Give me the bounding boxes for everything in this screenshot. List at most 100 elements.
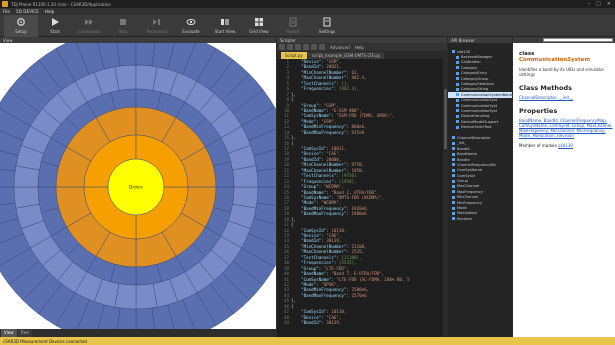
play-icon <box>50 17 60 27</box>
code-text: "Frequencies": [902.4], <box>291 86 360 92</box>
new-file-icon[interactable] <box>279 44 285 50</box>
api-tree-item-label: ChannelFrequencyMa <box>457 162 496 167</box>
class-icon <box>452 195 455 199</box>
sunburst-outer-segment[interactable] <box>110 88 137 111</box>
class-icon <box>456 93 459 97</box>
doc-methods-header: Class Methods <box>519 84 572 92</box>
class-icon <box>456 98 459 102</box>
api-tree-item-label: CommunicationSyst <box>461 103 498 108</box>
api-tree-item-label: ComSysId <box>457 173 475 178</box>
start-label: Start <box>50 29 60 34</box>
evaluate-label: Evaluate <box>182 29 200 34</box>
class-icon <box>456 55 459 59</box>
doc-panel: class CommunicationSystem Identifies a b… <box>513 37 615 337</box>
class-icon <box>456 60 459 64</box>
sunburst-outer-segment[interactable] <box>135 263 162 286</box>
run-icon[interactable] <box>303 44 309 50</box>
doc-properties-links[interactable]: BandName, BandId, ChannelFrequencyMap, C… <box>519 118 613 138</box>
class-icon <box>456 82 459 86</box>
advanced-button[interactable]: Advanced <box>330 45 350 50</box>
stop-button[interactable]: Stop <box>106 15 140 37</box>
settings-icon <box>322 17 332 27</box>
class-icon <box>452 141 455 145</box>
api-tree-item-label: DeviceHandling <box>461 114 490 119</box>
report-button[interactable]: Report <box>276 15 310 37</box>
class-icon <box>456 71 459 75</box>
sunburst-chart[interactable]: Device <box>0 43 276 329</box>
api-tree-item-label: CategoryEntry <box>461 71 487 76</box>
main-toolbar: Setup Start Continuous Stop Reconnect Ev… <box>0 15 615 37</box>
help-button[interactable]: Help <box>355 45 364 50</box>
start-button[interactable]: Start <box>38 15 72 37</box>
class-icon <box>456 109 459 113</box>
code-editor[interactable]: 1 "Device": "GSM", 2 "BandId": 20021, 3 "M… <box>277 59 443 337</box>
grid-view-button[interactable]: Grid View <box>242 15 276 37</box>
setup-button[interactable]: Setup <box>4 15 38 37</box>
doc-module-prefix: Member of module <box>519 143 557 148</box>
save-icon[interactable] <box>295 44 301 50</box>
maximize-icon[interactable]: □ <box>596 1 601 7</box>
fast-forward-icon <box>84 17 94 27</box>
class-icon <box>452 158 455 161</box>
api-tree-item-label: BackendManager <box>461 55 493 60</box>
reconnect-button[interactable]: Reconnect <box>140 15 174 37</box>
code-scrollbar-thumb[interactable] <box>443 89 447 149</box>
doc-class-name: CommunicationSystem <box>519 57 591 63</box>
doc-search-input[interactable] <box>543 38 613 42</box>
api-tree: s4d130 BackendManager Calibration Category C… <box>448 49 512 337</box>
tab-script-py[interactable]: Script.py <box>281 52 307 59</box>
api-tree-item-label: CommunicationSyst <box>461 108 498 113</box>
stop-script-icon[interactable] <box>319 44 325 50</box>
tab-view[interactable]: View <box>1 329 17 337</box>
class-icon <box>452 190 455 194</box>
doc-toolbar <box>513 37 615 43</box>
api-tree-item[interactable]: Revision <box>448 216 512 221</box>
continuous-button[interactable]: Continuous <box>72 15 106 37</box>
menu-file[interactable]: File <box>3 9 10 14</box>
open-file-icon[interactable] <box>287 44 293 50</box>
doc-properties-list[interactable]: BandName, BandId, ChannelFrequencyMap, C… <box>519 118 613 138</box>
api-tree-item-label: ChannelDescriptor <box>457 135 491 140</box>
status-bar: cSAR3D Measurement Devices connected <box>0 337 615 345</box>
code-text: "BandId": 30139, <box>291 320 342 325</box>
sunburst-outer-segment[interactable] <box>37 186 60 213</box>
close-icon[interactable]: × <box>607 1 611 7</box>
api-tree-item-label: CategoryGroup <box>461 76 489 81</box>
tab-script-example[interactable]: script_example_GSM-UMTS-LTE.py <box>307 52 385 59</box>
api-tree-item-label: Modulation <box>457 211 477 216</box>
class-icon <box>452 206 455 210</box>
title-bar: TDJ Phone R1100-1.20 (ma) - CSAR3D/Appli… <box>0 0 615 8</box>
eye-icon <box>186 17 196 27</box>
doc-class-title: class CommunicationSystem <box>519 51 613 63</box>
doc-module-link[interactable]: s4d130 <box>558 143 573 148</box>
start-view-button[interactable]: Start View <box>208 15 242 37</box>
doc-method-link[interactable]: ChannelDescriptor, __init__ <box>519 95 613 100</box>
continuous-label: Continuous <box>77 29 101 34</box>
tab-tree[interactable]: Tree <box>17 329 32 337</box>
api-tree-item-label: MinChannel <box>457 195 479 200</box>
api-tree-item-label: DeviceModelSupport <box>461 119 499 124</box>
code-line[interactable]: 49 "BandId": 30139, <box>277 320 443 325</box>
sunburst-outer-segment[interactable] <box>212 161 235 188</box>
grid-view-label: Grid View <box>249 29 269 34</box>
class-icon <box>456 114 459 118</box>
minimize-icon[interactable]: – <box>588 1 591 7</box>
class-icon <box>452 211 455 215</box>
debug-icon[interactable] <box>311 44 317 50</box>
sunburst-view[interactable]: Device <box>0 43 276 329</box>
menu-help[interactable]: Help <box>45 9 55 14</box>
code-scrollbar[interactable] <box>443 59 447 337</box>
api-tree-item-label: BandId <box>457 146 470 151</box>
menu-device[interactable]: 5D DEVICE <box>16 9 39 14</box>
view-tabs: View Tree <box>0 329 276 337</box>
class-icon <box>452 201 455 205</box>
settings-button[interactable]: Settings <box>310 15 344 37</box>
evaluate-button[interactable]: Evaluate <box>174 15 208 37</box>
class-icon <box>456 125 459 129</box>
reconnect-label: Reconnect <box>146 29 168 34</box>
class-icon <box>452 50 455 54</box>
doc-description: Identifies a band by its UIDs and simula… <box>519 67 605 77</box>
setup-label: Setup <box>15 29 27 34</box>
api-tree-item-label: Group <box>457 179 468 184</box>
api-tree-item-label: Mode <box>457 206 467 211</box>
